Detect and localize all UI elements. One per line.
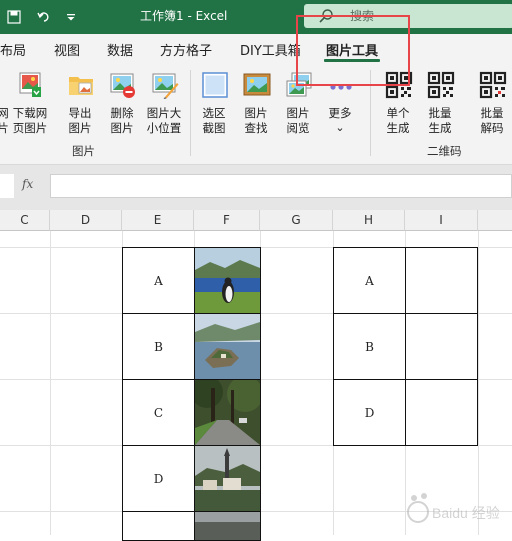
table-cell-image-empty[interactable] xyxy=(405,379,478,446)
table-cell-label[interactable]: B xyxy=(333,313,406,380)
tab-data[interactable]: 数据 xyxy=(107,40,133,59)
tab-view[interactable]: 视图 xyxy=(54,40,80,59)
formula-bar: fx xyxy=(0,172,512,200)
column-header-e[interactable]: E xyxy=(122,210,194,231)
tree-road-photo[interactable] xyxy=(194,379,261,446)
qr-decode-label: 批量 解码 xyxy=(480,106,504,135)
column-header-next[interactable] xyxy=(478,210,512,231)
qr-decode-button[interactable]: 批量 解码 xyxy=(472,68,512,138)
download-web-image-icon xyxy=(19,72,41,97)
village-photo[interactable] xyxy=(194,445,261,512)
qr-single-icon xyxy=(385,71,413,99)
qr-batch-label: 批量 生成 xyxy=(428,106,452,135)
search-placeholder: 搜索 xyxy=(350,9,375,23)
fx-icon[interactable]: fx xyxy=(22,177,33,191)
qr-single-button[interactable]: 单个 生成 xyxy=(378,68,418,138)
export-image-icon xyxy=(69,77,93,95)
table-cell-label[interactable]: B xyxy=(122,313,195,380)
watermark-text: Baidu 经验 xyxy=(432,505,500,521)
selection-screenshot-icon xyxy=(202,72,228,98)
download-web-image-button[interactable]: 下载网 页图片 xyxy=(10,68,50,138)
image-find-button[interactable]: 图片 查找 xyxy=(236,68,276,138)
table-cell-image-empty[interactable] xyxy=(405,313,478,380)
column-header-d[interactable]: D xyxy=(50,210,122,231)
qr-batch-button[interactable]: 批量 生成 xyxy=(420,68,460,138)
formula-bar-spacer xyxy=(0,165,512,172)
tab-layout[interactable]: 布局 xyxy=(0,40,26,59)
column-header-h[interactable]: H xyxy=(333,210,405,231)
delete-image-button[interactable]: 删除 图片 xyxy=(102,68,142,138)
table-cell-label[interactable]: D xyxy=(122,445,195,512)
selection-screenshot-button[interactable]: 选区 截图 xyxy=(194,68,234,138)
ribbon-tabs: 布局 视图 数据 方方格子 DIY工具箱 图片工具 xyxy=(0,34,512,64)
name-box[interactable] xyxy=(0,174,14,198)
search-icon xyxy=(319,9,333,23)
image-size-position-icon xyxy=(152,73,179,99)
table-cell-label[interactable]: C xyxy=(122,379,195,446)
tab-image-tools[interactable]: 图片工具 xyxy=(326,40,378,59)
export-image-button[interactable]: 导出 图片 xyxy=(60,68,100,138)
table-cell-image-empty[interactable] xyxy=(405,247,478,314)
group-label-qrcode: 二维码 xyxy=(427,144,462,158)
column-header-i[interactable]: I xyxy=(405,210,478,231)
qr-decode-icon xyxy=(479,71,507,99)
table-cell-label[interactable]: A xyxy=(122,247,195,314)
delete-image-icon xyxy=(110,73,135,98)
table-cell-label[interactable]: A xyxy=(333,247,406,314)
download-web-image-label: 下载网 页图片 xyxy=(12,106,48,135)
image-find-icon xyxy=(243,73,271,96)
more-label: 更多 xyxy=(328,106,352,120)
search-box[interactable]: 搜索 xyxy=(304,4,512,28)
save-icon[interactable] xyxy=(4,0,24,34)
more-button[interactable]: 更多 ⌄ xyxy=(320,68,360,138)
title-bar: 工作簿1 - Excel 搜索 xyxy=(0,0,512,34)
ribbon: 网 片 下载网 页图片 导出 图片 删除 图片 图片大 小位置 选区 截图 图片… xyxy=(0,64,512,165)
baidu-watermark: Baidu 经验 xyxy=(400,482,512,532)
window-title: 工作簿1 - Excel xyxy=(140,9,228,23)
image-preview-icon xyxy=(286,72,312,97)
group-label-images: 图片 xyxy=(72,144,95,158)
tab-diy-toolbox[interactable]: DIY工具箱 xyxy=(240,40,301,59)
formula-bar-spacer xyxy=(0,200,512,210)
image-size-position-button[interactable]: 图片大 小位置 xyxy=(144,68,184,138)
image-preview-button[interactable]: 图片 阅览 xyxy=(278,68,318,138)
more-dots-icon xyxy=(330,84,352,90)
partial-photo[interactable] xyxy=(194,511,261,541)
tab-fangfang[interactable]: 方方格子 xyxy=(160,40,212,59)
table-cell-label[interactable] xyxy=(122,511,195,541)
table-cell-label[interactable]: D xyxy=(333,379,406,446)
customize-qat-icon[interactable] xyxy=(64,0,78,34)
column-header-c[interactable]: C xyxy=(0,210,50,231)
undo-icon[interactable] xyxy=(34,0,54,34)
more-chevron-icon: ⌄ xyxy=(335,121,345,134)
penguin-photo[interactable] xyxy=(194,247,261,314)
image-size-position-label: 图片大 小位置 xyxy=(146,106,182,135)
island-photo[interactable] xyxy=(194,313,261,380)
column-header-g[interactable]: G xyxy=(260,210,333,231)
ribbon-separator xyxy=(370,70,371,156)
formula-input[interactable] xyxy=(50,174,512,198)
qr-batch-icon xyxy=(427,71,455,99)
column-header-f[interactable]: F xyxy=(194,210,260,231)
active-tab-underline xyxy=(324,59,380,62)
